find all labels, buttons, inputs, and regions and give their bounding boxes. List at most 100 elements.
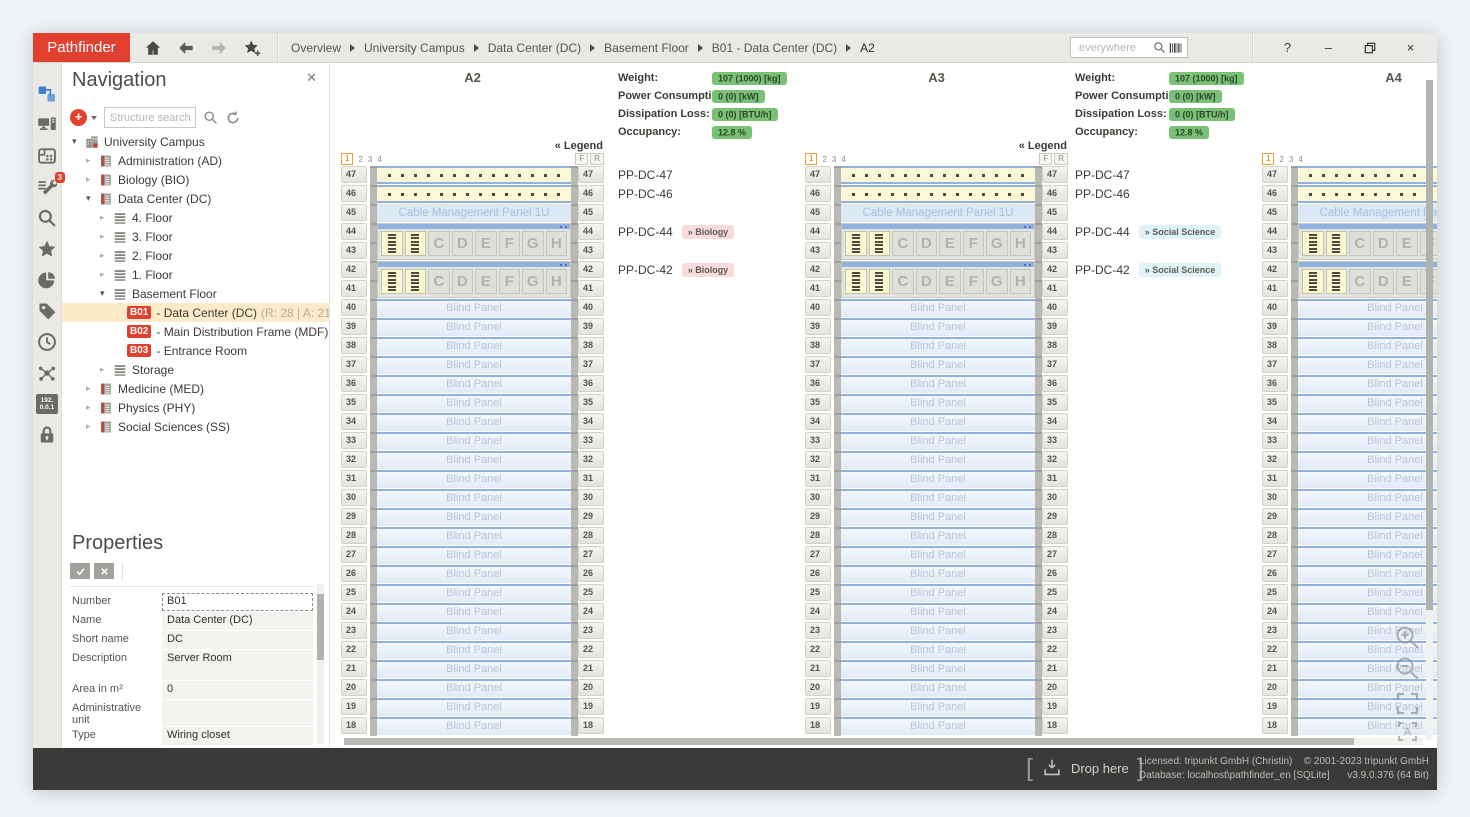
port-module-slot[interactable] <box>1302 269 1324 294</box>
blind-panel[interactable]: Blind Panel <box>841 470 1035 488</box>
empty-slot[interactable]: H <box>1010 231 1032 256</box>
global-search-input[interactable] <box>1077 41 1150 55</box>
empty-slot[interactable]: C <box>892 231 914 256</box>
refresh-icon[interactable] <box>225 110 241 126</box>
collapsed-arrow-icon[interactable]: ▸ <box>86 174 99 185</box>
history-clock-button[interactable] <box>36 331 58 353</box>
add-favorite-button[interactable] <box>242 38 262 58</box>
modular-device[interactable]: CDEFGH <box>841 261 1035 298</box>
tree-item[interactable]: ▸Storage <box>62 360 329 379</box>
blind-panel[interactable]: Blind Panel <box>841 603 1035 621</box>
modular-device[interactable]: CDEFGH <box>841 223 1035 260</box>
empty-slot[interactable]: E <box>475 269 497 294</box>
empty-slot[interactable]: H <box>546 269 568 294</box>
close-button[interactable]: × <box>1390 33 1431 62</box>
empty-slot[interactable]: E <box>939 231 961 256</box>
modular-device[interactable]: CDEFGH <box>1298 223 1437 260</box>
port-module-slot[interactable] <box>1326 231 1348 256</box>
empty-slot[interactable]: D <box>1373 269 1395 294</box>
home-button[interactable] <box>143 38 163 58</box>
structure-search-input[interactable] <box>104 107 196 128</box>
patch-panel[interactable] <box>1298 166 1437 184</box>
empty-slot[interactable]: D <box>1373 231 1395 256</box>
search-icon[interactable] <box>1153 41 1166 54</box>
empty-slot[interactable]: D <box>452 231 474 256</box>
blind-panel[interactable]: Blind Panel <box>841 318 1035 336</box>
blind-panel[interactable]: Blind Panel <box>841 508 1035 526</box>
patch-panel[interactable] <box>841 185 1035 203</box>
empty-slot[interactable]: F <box>963 269 985 294</box>
expanded-arrow-icon[interactable]: ▾ <box>86 193 99 204</box>
blind-panel[interactable]: Blind Panel <box>841 527 1035 545</box>
blind-panel[interactable]: Blind Panel <box>377 451 571 469</box>
blind-panel[interactable]: Blind Panel <box>377 622 571 640</box>
tree-item[interactable]: ▸4. Floor <box>62 208 329 227</box>
property-value-field[interactable]: 0 <box>162 681 313 699</box>
blind-panel[interactable]: Blind Panel <box>1298 299 1437 317</box>
empty-slot[interactable]: F <box>499 269 521 294</box>
collapsed-arrow-icon[interactable]: ▸ <box>100 231 113 242</box>
property-value-field[interactable]: B01 <box>162 593 313 611</box>
blind-panel[interactable]: Blind Panel <box>841 413 1035 431</box>
ip-address-button[interactable]: 192.0.0.1 <box>36 393 58 415</box>
port-module-slot[interactable] <box>1302 231 1324 256</box>
patch-panel-label[interactable]: PP-DC-47 <box>1075 168 1130 182</box>
blind-panel[interactable]: Blind Panel <box>377 565 571 583</box>
blind-panel[interactable]: Blind Panel <box>1298 470 1437 488</box>
workstation-button[interactable] <box>36 114 58 136</box>
blind-panel[interactable]: Blind Panel <box>1298 603 1437 621</box>
favorites-button[interactable] <box>36 238 58 260</box>
patch-panel[interactable] <box>1298 185 1437 203</box>
rack-page-tab[interactable]: 4 <box>377 155 381 164</box>
empty-slot[interactable]: G <box>986 269 1008 294</box>
rack-page-tab[interactable]: 3 <box>832 155 836 164</box>
blind-panel[interactable]: Blind Panel <box>841 717 1035 735</box>
help-button[interactable]: ? <box>1267 33 1308 62</box>
legend-toggle[interactable]: « Legend <box>1019 140 1067 152</box>
blind-panel[interactable]: Blind Panel <box>1298 394 1437 412</box>
rack-side-tab[interactable]: F <box>1039 153 1052 165</box>
empty-slot[interactable]: E <box>939 269 961 294</box>
blind-panel[interactable]: Blind Panel <box>377 432 571 450</box>
blind-panel[interactable]: Blind Panel <box>377 508 571 526</box>
blind-panel[interactable]: Blind Panel <box>1298 565 1437 583</box>
cable-management-panel[interactable]: Cable Management Panel 1U <box>841 204 1035 222</box>
discard-button[interactable] <box>94 563 114 579</box>
patch-panel-label[interactable]: PP-DC-42» Social Science <box>1075 263 1221 277</box>
collapsed-arrow-icon[interactable]: ▸ <box>86 402 99 413</box>
blind-panel[interactable]: Blind Panel <box>1298 356 1437 374</box>
tree-item[interactable]: B03- Entrance Room <box>62 341 329 360</box>
port-module-slot[interactable] <box>405 269 427 294</box>
blind-panel[interactable]: Blind Panel <box>377 527 571 545</box>
blind-panel[interactable]: Blind Panel <box>377 489 571 507</box>
empty-slot[interactable]: E <box>1396 231 1418 256</box>
property-value-field[interactable]: DC <box>162 631 313 649</box>
blind-panel[interactable]: Blind Panel <box>1298 337 1437 355</box>
empty-slot[interactable]: C <box>428 269 450 294</box>
maintenance-tools-button[interactable]: 3 <box>36 176 58 198</box>
blind-panel[interactable]: Blind Panel <box>1298 432 1437 450</box>
breadcrumb-item[interactable]: B01 - Data Center (DC) <box>712 41 837 55</box>
empty-slot[interactable]: H <box>546 231 568 256</box>
empty-slot[interactable]: G <box>522 269 544 294</box>
empty-slot[interactable]: D <box>452 269 474 294</box>
zoom-out-button[interactable] <box>1394 655 1421 682</box>
rack-page-tab[interactable]: 1 <box>805 153 817 165</box>
blind-panel[interactable]: Blind Panel <box>841 394 1035 412</box>
rack-page-tab[interactable]: 1 <box>341 153 353 165</box>
empty-slot[interactable]: E <box>1396 269 1418 294</box>
port-module-slot[interactable] <box>869 231 891 256</box>
breadcrumb-item[interactable]: Data Center (DC) <box>488 41 581 55</box>
blind-panel[interactable]: Blind Panel <box>841 698 1035 716</box>
breadcrumb-item[interactable]: A2 <box>860 41 875 55</box>
blind-panel[interactable]: Blind Panel <box>841 451 1035 469</box>
blind-panel[interactable]: Blind Panel <box>841 356 1035 374</box>
blind-panel[interactable]: Blind Panel <box>841 565 1035 583</box>
back-button[interactable] <box>176 38 196 58</box>
rack-page-tab[interactable]: 2 <box>822 155 826 164</box>
blind-panel[interactable]: Blind Panel <box>1298 546 1437 564</box>
structure-search-icon[interactable] <box>203 110 218 125</box>
tree-item[interactable]: ▸Administration (AD) <box>62 151 329 170</box>
port-module-slot[interactable] <box>869 269 891 294</box>
topology-network-button[interactable] <box>36 362 58 384</box>
